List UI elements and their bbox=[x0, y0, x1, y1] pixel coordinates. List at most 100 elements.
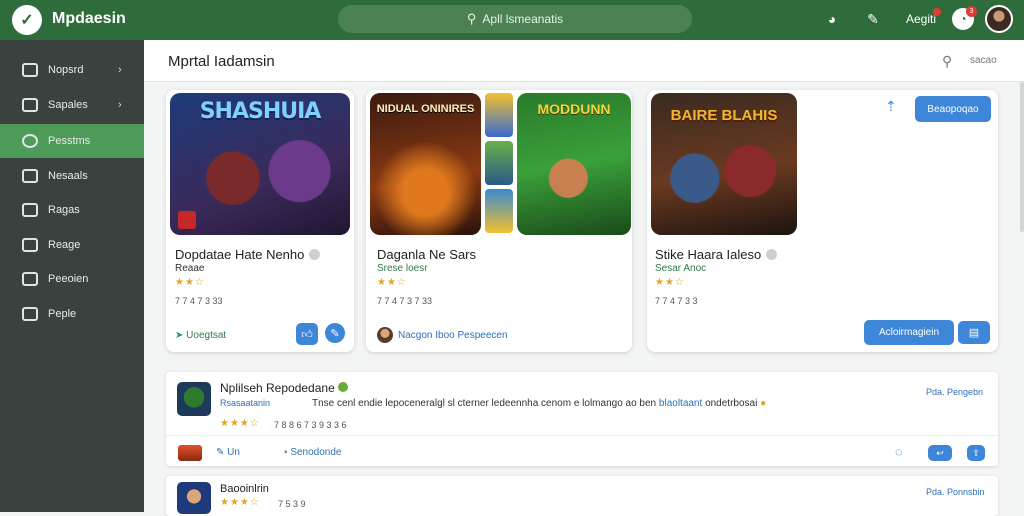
more-link[interactable]: sacao bbox=[970, 55, 997, 66]
app-logo[interactable]: ✓ bbox=[12, 5, 42, 35]
game-subtitle: Srese loesr bbox=[377, 263, 428, 274]
game-subtitle: Sesar Anoc bbox=[655, 263, 707, 274]
game-cover-title: SHASHUIA bbox=[199, 99, 322, 124]
sidebar-item-nopsrd[interactable]: Nopsrd › bbox=[0, 53, 144, 87]
sidebar-item-label: Peeoien bbox=[48, 273, 89, 285]
rating-stars: ★★☆ bbox=[377, 277, 407, 288]
top-bar: ✓ Mpdaesin ⚲ Apll lsmeanatis ◕ ✎ Aegiti … bbox=[0, 0, 1024, 40]
rating-stars: ★★☆ bbox=[655, 277, 685, 288]
developer-link[interactable]: Nacgon Iboo Pespeecen bbox=[398, 330, 508, 341]
game-cover-title: MODDUNN bbox=[537, 101, 611, 117]
list-item[interactable]: Nplilseh Repodedane Rsasaatanin Tnse cen… bbox=[166, 372, 998, 466]
search-icon[interactable]: ⚲ bbox=[942, 53, 952, 70]
list-item-right-label[interactable]: Pda. Ponnsbin bbox=[926, 487, 985, 497]
grid-view-icon[interactable]: ▤ bbox=[958, 321, 990, 344]
bell-count-badge: 3 bbox=[966, 6, 977, 17]
game-cover-image[interactable]: MODDUNN bbox=[517, 93, 631, 235]
sidebar-item-label: Nopsrd bbox=[48, 64, 84, 76]
reply-button[interactable]: ↩ bbox=[928, 445, 952, 461]
sidebar-item-pesstms[interactable]: Pesstms bbox=[0, 124, 144, 158]
install-button[interactable]: Beaopoqao bbox=[915, 96, 991, 122]
main-content: Mprtal Iadamsin ⚲ sacao SHASHUIA Dopdata… bbox=[144, 40, 1024, 516]
sidebar-item-label: Pesstms bbox=[48, 135, 91, 147]
like-button[interactable]: 👍︎ bbox=[296, 323, 318, 345]
developer-avatar bbox=[377, 327, 393, 343]
game-cover-image[interactable]: SHASHUIA bbox=[170, 93, 350, 235]
layout-icon bbox=[22, 63, 38, 77]
sidebar-item-label: Nesaals bbox=[48, 170, 88, 182]
arrow-icon: ➤ bbox=[175, 330, 187, 341]
sidebar-item-sapales[interactable]: Sapales › bbox=[0, 88, 144, 122]
action-link[interactable]: ▪ Senodonde bbox=[284, 447, 342, 458]
app-name: Mpdaesin bbox=[52, 10, 126, 27]
description-tail: ondetrbosai bbox=[705, 398, 758, 409]
featured-card[interactable]: NIDUAL ONINIRES MODDUNN Daganla Ne Sars … bbox=[366, 90, 632, 352]
sidebar-item-label: Reage bbox=[48, 239, 81, 251]
game-cover-title: BAIRE BLAHIS bbox=[670, 107, 778, 124]
comment-icon[interactable]: ◌ bbox=[895, 444, 903, 459]
game-cover-image[interactable]: BAIRE BLAHIS bbox=[651, 93, 797, 235]
list-item-description: Tnse cenl endie lepoceneralgl sl cterner… bbox=[312, 398, 767, 409]
sidebar-item-ragas[interactable]: Ragas bbox=[0, 193, 144, 227]
featured-card[interactable]: BAIRE BLAHIS ⇡ Beaopoqao Stike Haara Ial… bbox=[647, 90, 998, 352]
search-input[interactable]: ⚲ Apll lsmeanatis bbox=[338, 5, 692, 33]
screenshot-thumbnail[interactable] bbox=[485, 141, 513, 185]
screenshot-thumbnail[interactable] bbox=[485, 93, 513, 137]
update-label: Uoegtsat bbox=[186, 330, 227, 341]
scrollbar[interactable] bbox=[1020, 82, 1024, 232]
divider bbox=[166, 435, 998, 436]
gamepad-icon bbox=[22, 169, 38, 183]
action-button[interactable]: Acloirmagiein bbox=[864, 320, 954, 345]
sidebar-item-label: Ragas bbox=[48, 204, 80, 216]
screenshot-thumbnail[interactable] bbox=[485, 189, 513, 233]
list-item-meta: 7 8 8 6 7 3 9 3 3 6 bbox=[274, 420, 347, 430]
page-icon bbox=[22, 203, 38, 217]
publisher-badge-icon bbox=[178, 211, 196, 229]
verified-icon bbox=[766, 249, 778, 260]
sidebar: Nopsrd › Sapales › Pesstms Nesaals Ragas… bbox=[0, 40, 144, 512]
home-icon bbox=[22, 238, 38, 252]
game-title: Stike Haara Ialeso bbox=[655, 247, 778, 262]
game-thumbnail[interactable] bbox=[177, 482, 211, 514]
search-icon: ⚲ bbox=[466, 11, 477, 26]
share-button[interactable]: ⇪ bbox=[967, 445, 985, 461]
action-link-label: Senodonde bbox=[290, 447, 342, 458]
sidebar-item-peeoien[interactable]: Peeoien bbox=[0, 262, 144, 296]
pin-icon bbox=[22, 307, 38, 321]
sidebar-item-label: Sapales bbox=[48, 99, 88, 111]
list-item[interactable]: Baooinlrin ★★★☆ 7 5 3 9 Pda. Ponnsbin bbox=[166, 476, 998, 516]
list-item-subtitle: Rsasaatanin bbox=[220, 398, 271, 408]
game-subtitle: Reaae bbox=[175, 263, 205, 274]
chevron-right-icon: › bbox=[118, 64, 122, 76]
list-item-title: Baooinlrin bbox=[220, 483, 269, 495]
update-link[interactable]: ➤ Uoegtsat bbox=[175, 330, 226, 341]
pencil-icon[interactable]: ✎ bbox=[863, 9, 883, 29]
game-title: Daganla Ne Sars bbox=[377, 247, 476, 262]
game-meta: 7 7 4 7 3 7 33 bbox=[377, 296, 433, 306]
game-meta: 7 7 4 7 3 33 bbox=[175, 296, 223, 306]
list-item-title: Nplilseh Repodedane bbox=[220, 381, 349, 395]
action-link[interactable]: ✎ Un bbox=[216, 447, 240, 458]
game-thumbnail[interactable] bbox=[177, 382, 211, 416]
featured-card[interactable]: SHASHUIA Dopdatae Hate Nenho Reaae ★★☆ 7… bbox=[166, 90, 354, 352]
avatar[interactable] bbox=[985, 5, 1013, 33]
sidebar-item-label: Peple bbox=[48, 308, 77, 320]
list-item-right-label[interactable]: Pda. Pengebn bbox=[926, 387, 983, 397]
share-icon[interactable]: ⇡ bbox=[885, 98, 897, 115]
verified-icon bbox=[309, 249, 321, 260]
notification-dot bbox=[933, 8, 941, 16]
rating-stars: ★★☆ bbox=[175, 277, 205, 288]
edit-button[interactable]: ✎ bbox=[325, 323, 345, 343]
sidebar-item-nesaals[interactable]: Nesaals bbox=[0, 159, 144, 193]
description-link[interactable]: blaoltaant bbox=[659, 398, 702, 409]
pencil-icon: ✎ bbox=[216, 447, 228, 458]
help-icon[interactable]: ◕ bbox=[822, 9, 842, 29]
mini-thumbnail bbox=[178, 445, 202, 461]
page-title: Mprtal Iadamsin bbox=[168, 53, 275, 70]
game-cover-image[interactable]: NIDUAL ONINIRES bbox=[370, 93, 481, 235]
sidebar-item-reage[interactable]: Reage bbox=[0, 228, 144, 262]
folder-icon bbox=[22, 98, 38, 112]
sidebar-item-peple[interactable]: Peple bbox=[0, 297, 144, 331]
user-label[interactable]: Aegiti bbox=[906, 12, 936, 26]
game-cover-title: NIDUAL ONINIRES bbox=[376, 103, 475, 115]
